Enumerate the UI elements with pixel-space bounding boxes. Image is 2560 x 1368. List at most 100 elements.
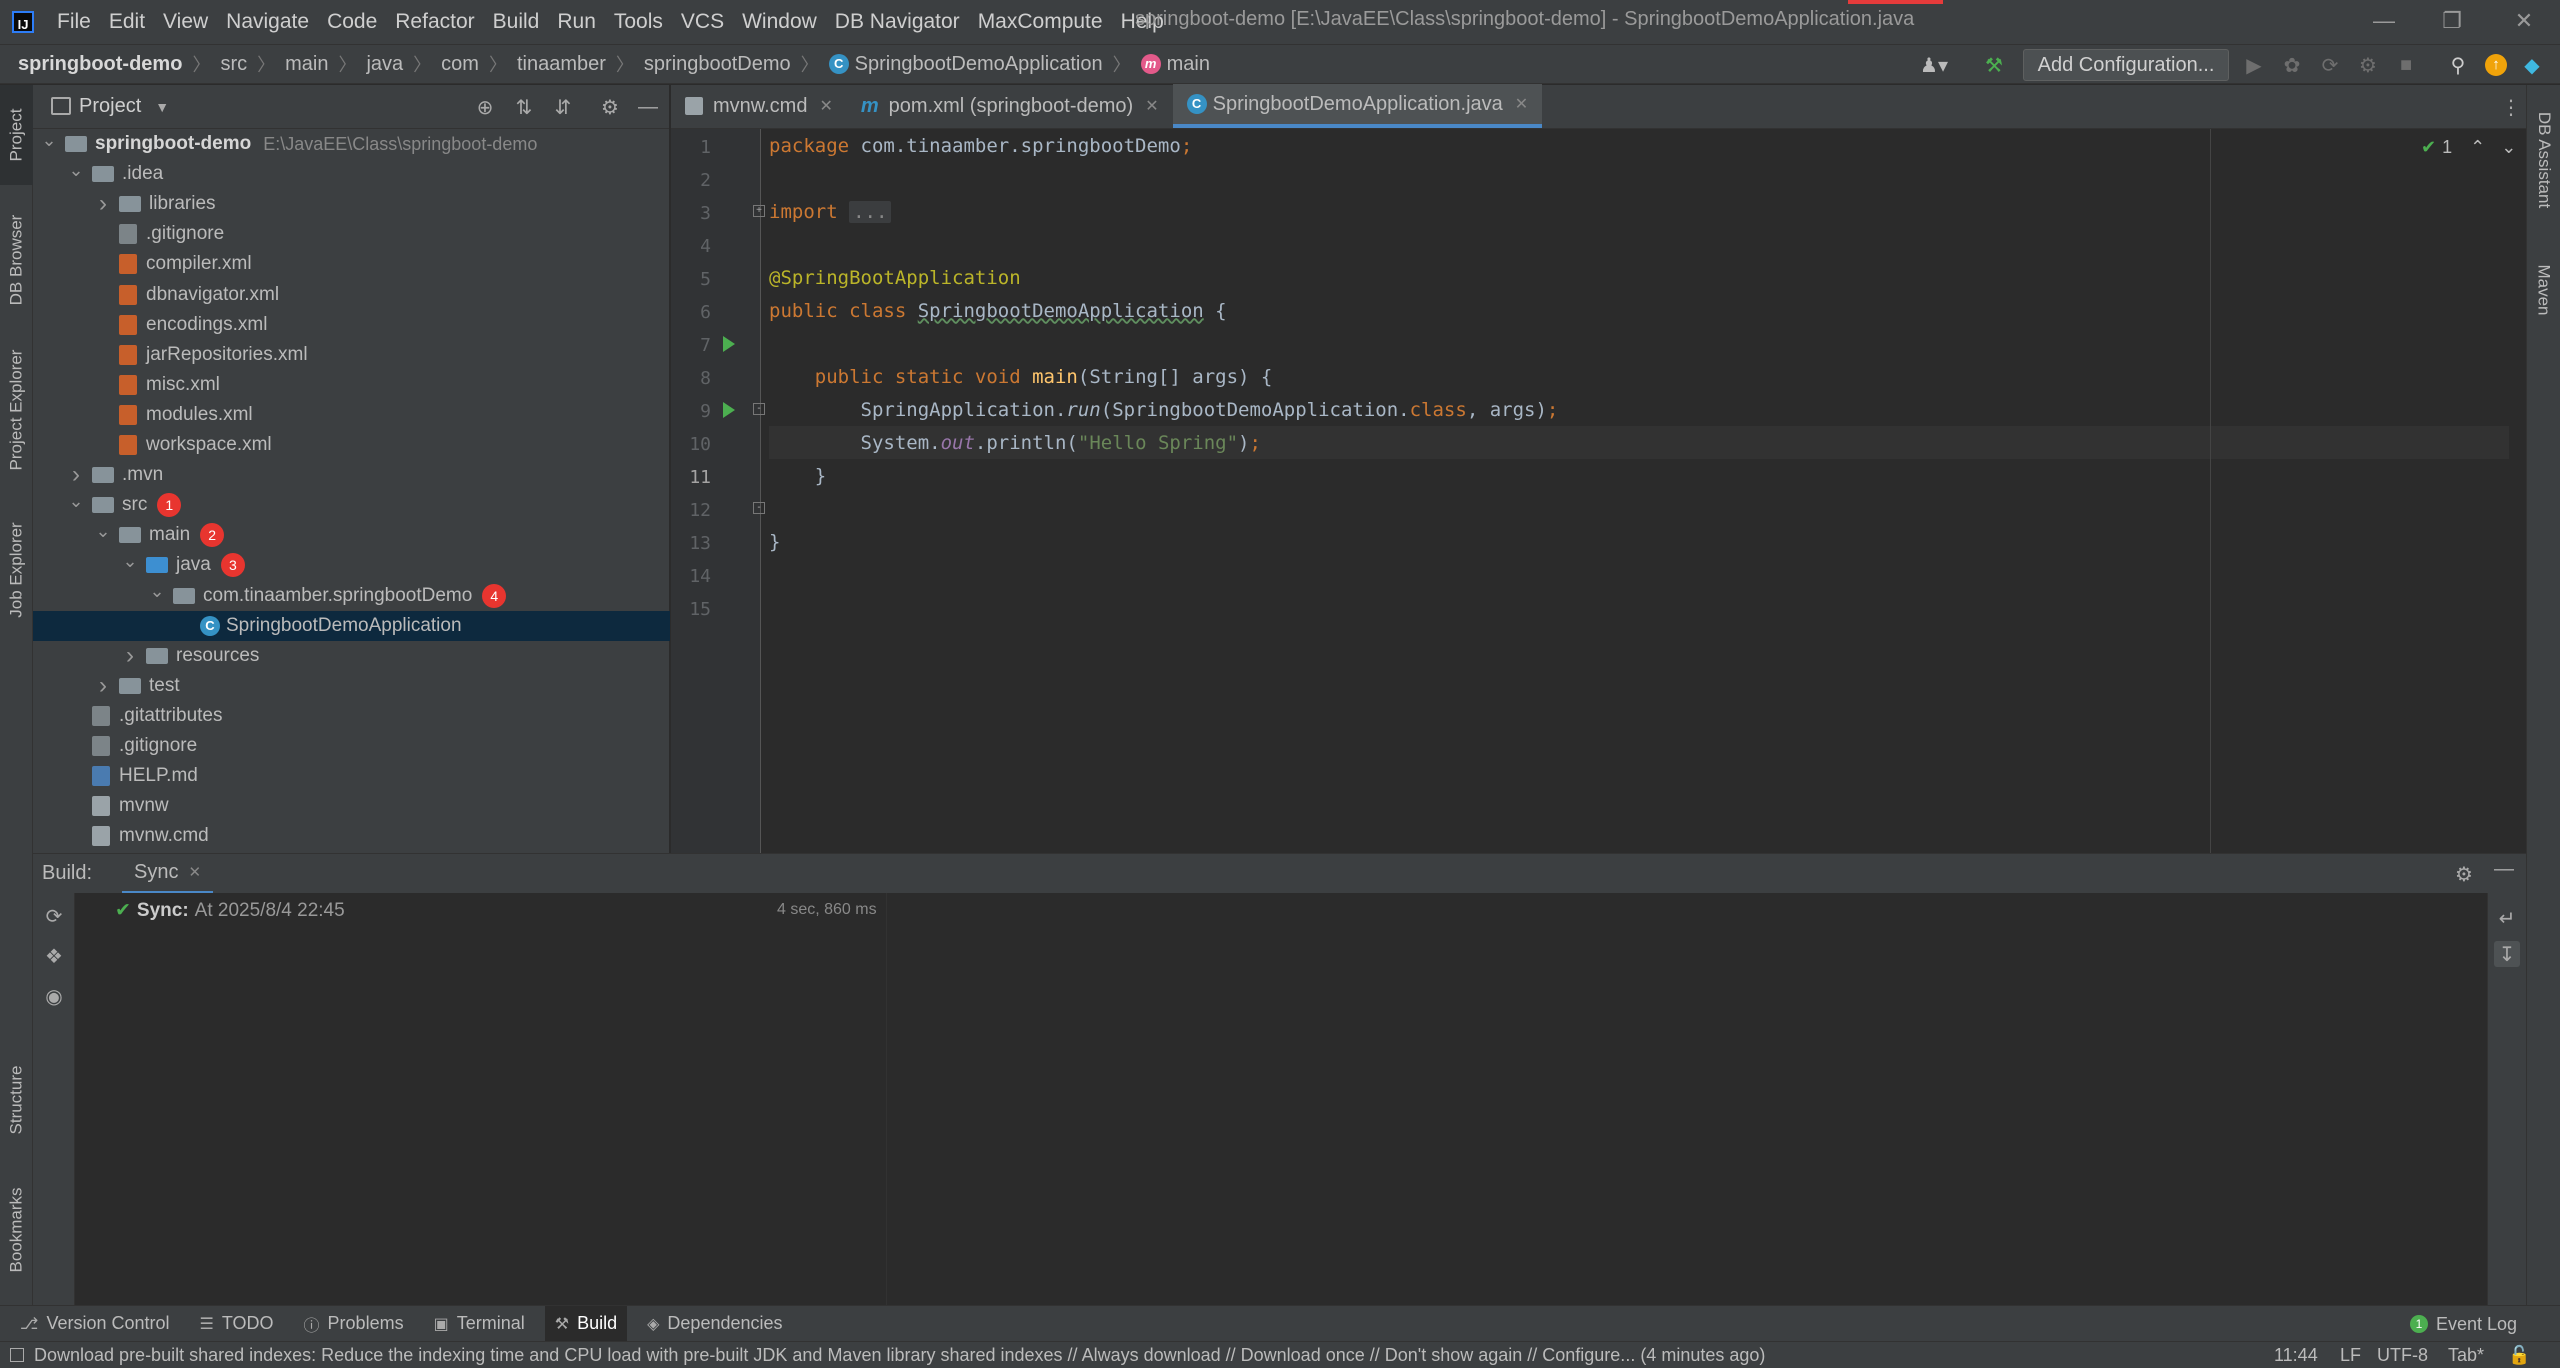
run-main-icon[interactable] xyxy=(723,402,735,418)
close-tab-icon[interactable]: ✕ xyxy=(819,96,832,116)
tab-job-explorer[interactable]: Job Explorer xyxy=(0,505,33,635)
tab-sync[interactable]: Sync ✕ xyxy=(122,854,214,894)
tree-node[interactable]: › .mvn xyxy=(33,460,670,490)
chevron-right-icon[interactable]: › xyxy=(95,672,111,700)
menu-tools[interactable]: Tools xyxy=(605,0,672,44)
tree-node[interactable]: › libraries xyxy=(33,189,670,219)
expand-all-icon[interactable]: ⇅ xyxy=(510,93,538,121)
chevron-down-icon[interactable]: ⌄ xyxy=(95,521,111,542)
fold-marker-icon[interactable]: - xyxy=(753,403,765,415)
indent-setting[interactable]: Tab* xyxy=(2448,1345,2484,1366)
folded-imports[interactable]: ... xyxy=(849,200,892,223)
more-options-icon[interactable]: ⋮ xyxy=(2501,95,2521,120)
sync-icon[interactable]: ⟳ xyxy=(41,903,67,929)
menu-db-navigator[interactable]: DB Navigator xyxy=(826,0,969,44)
line-separator[interactable]: LF xyxy=(2340,1345,2361,1366)
editor-tab[interactable]: m pom.xml (springboot-demo) ✕ xyxy=(847,84,1173,128)
sync-status-row[interactable]: ✔ Sync: At 2025/8/4 22:45 xyxy=(115,899,345,922)
close-icon[interactable]: ✕ xyxy=(189,863,202,881)
menu-file[interactable]: File xyxy=(48,0,100,44)
close-tab-icon[interactable]: ✕ xyxy=(1515,94,1528,114)
chevron-right-icon[interactable]: › xyxy=(68,461,84,489)
previous-highlight-icon[interactable]: ⌃ xyxy=(2470,137,2485,158)
tab-db-assistant[interactable]: DB Assistant xyxy=(2527,95,2560,225)
tab-project-explorer[interactable]: Project Explorer xyxy=(0,335,33,485)
tool-window-terminal[interactable]: ▣ Terminal xyxy=(424,1306,535,1342)
tree-node[interactable]: C SpringbootDemoApplication xyxy=(33,610,670,641)
breadcrumb-item[interactable]: tinaamber xyxy=(517,53,606,76)
status-toggle-icon[interactable] xyxy=(10,1348,24,1362)
tree-node[interactable]: ⌄ com.tinaamber.springbootDemo 4 xyxy=(33,581,670,611)
file-encoding[interactable]: UTF-8 xyxy=(2377,1345,2428,1366)
menu-view[interactable]: View xyxy=(154,0,217,44)
tree-node[interactable]: › test xyxy=(33,671,670,701)
tree-node[interactable]: ⌄ src 1 xyxy=(33,490,670,520)
fold-marker-icon[interactable]: + xyxy=(753,205,765,217)
menu-run[interactable]: Run xyxy=(548,0,605,44)
chevron-right-icon[interactable]: › xyxy=(95,190,111,218)
menu-vcs[interactable]: VCS xyxy=(672,0,733,44)
scroll-to-end-icon[interactable]: ↧ xyxy=(2494,941,2520,967)
editor-tab[interactable]: mvnw.cmd ✕ xyxy=(671,84,847,128)
tree-node[interactable]: compiler.xml xyxy=(33,249,670,279)
eye-icon[interactable]: ◉ xyxy=(41,983,67,1009)
chevron-right-icon[interactable]: › xyxy=(122,642,138,670)
hide-panel-icon[interactable]: — xyxy=(2494,858,2514,881)
tree-node[interactable]: ⌄ .idea xyxy=(33,159,670,189)
locate-icon[interactable]: ⊕ xyxy=(471,93,499,121)
tree-node[interactable]: encodings.xml xyxy=(33,310,670,340)
menu-refactor[interactable]: Refactor xyxy=(386,0,483,44)
tree-node[interactable]: ⌄ java 3 xyxy=(33,550,670,580)
tree-node[interactable]: workspace.xml xyxy=(33,430,670,460)
search-icon[interactable]: ⚲ xyxy=(2444,51,2472,79)
run-class-icon[interactable] xyxy=(723,336,735,352)
tool-window-problems[interactable]: ⓘ Problems xyxy=(294,1306,414,1342)
tree-node[interactable]: ⌄ main 2 xyxy=(33,520,670,550)
breadcrumb-item[interactable]: C SpringbootDemoApplication xyxy=(828,53,1103,76)
menu-window[interactable]: Window xyxy=(733,0,826,44)
breadcrumb-item[interactable]: springboot-demo xyxy=(18,53,182,76)
event-log-button[interactable]: 1 Event Log xyxy=(2410,1306,2517,1342)
fold-marker-icon[interactable]: - xyxy=(753,502,765,514)
breadcrumb-item[interactable]: main xyxy=(285,53,328,76)
tab-db-browser[interactable]: DB Browser xyxy=(0,200,33,320)
tree-node[interactable]: mvnw xyxy=(33,791,670,821)
tree-node[interactable]: modules.xml xyxy=(33,400,670,430)
next-highlight-icon[interactable]: ⌄ xyxy=(2501,137,2516,158)
tree-node[interactable]: .gitignore xyxy=(33,731,670,761)
stop-icon[interactable]: ■ xyxy=(2392,51,2420,79)
tree-node[interactable]: misc.xml xyxy=(33,370,670,400)
chevron-down-icon[interactable]: ⌄ xyxy=(149,581,165,602)
menu-edit[interactable]: Edit xyxy=(100,0,154,44)
breadcrumb-item[interactable]: com xyxy=(441,53,479,76)
tool-window-version-control[interactable]: ⎇ Version Control xyxy=(10,1306,180,1342)
tab-bookmarks[interactable]: Bookmarks xyxy=(0,1170,33,1290)
menu-navigate[interactable]: Navigate xyxy=(217,0,318,44)
collapse-all-icon[interactable]: ⇵ xyxy=(549,93,577,121)
tree-node[interactable]: .gitignore xyxy=(33,219,670,249)
chevron-down-icon[interactable]: ▼ xyxy=(155,99,169,115)
close-window-button[interactable]: ✕ xyxy=(2502,6,2546,36)
breadcrumb-item[interactable]: java xyxy=(366,53,403,76)
chevron-down-icon[interactable]: ⌄ xyxy=(41,130,57,151)
close-tab-icon[interactable]: ✕ xyxy=(1145,96,1158,116)
tool-window-dependencies[interactable]: ◈ Dependencies xyxy=(637,1306,792,1342)
soft-wrap-icon[interactable]: ↵ xyxy=(2494,905,2520,931)
minimize-button[interactable]: — xyxy=(2362,6,2406,36)
debug-icon[interactable]: ✿ xyxy=(2278,51,2306,79)
status-message[interactable]: Download pre-built shared indexes: Reduc… xyxy=(34,1345,1765,1366)
tool-window-todo[interactable]: ☰ TODO xyxy=(190,1306,284,1342)
menu-build[interactable]: Build xyxy=(484,0,549,44)
profile-icon[interactable]: ⚙ xyxy=(2354,51,2382,79)
plugin-icon[interactable]: ◆ xyxy=(2518,51,2546,79)
chevron-down-icon[interactable]: ⌄ xyxy=(68,491,84,512)
tree-node[interactable]: dbnavigator.xml xyxy=(33,280,670,310)
user-icon[interactable]: ♟▾ xyxy=(1920,51,1948,79)
tab-maven[interactable]: Maven xyxy=(2527,245,2560,335)
tab-project[interactable]: Project xyxy=(0,85,33,185)
pin-icon[interactable]: ❖ xyxy=(41,943,67,969)
inspection-widget[interactable]: ✔ 1 ⌃ ⌄ xyxy=(2421,137,2516,158)
breadcrumb-item[interactable]: src xyxy=(220,53,247,76)
gear-icon[interactable]: ⚙ xyxy=(2455,862,2473,887)
tab-structure[interactable]: Structure xyxy=(0,1045,33,1155)
